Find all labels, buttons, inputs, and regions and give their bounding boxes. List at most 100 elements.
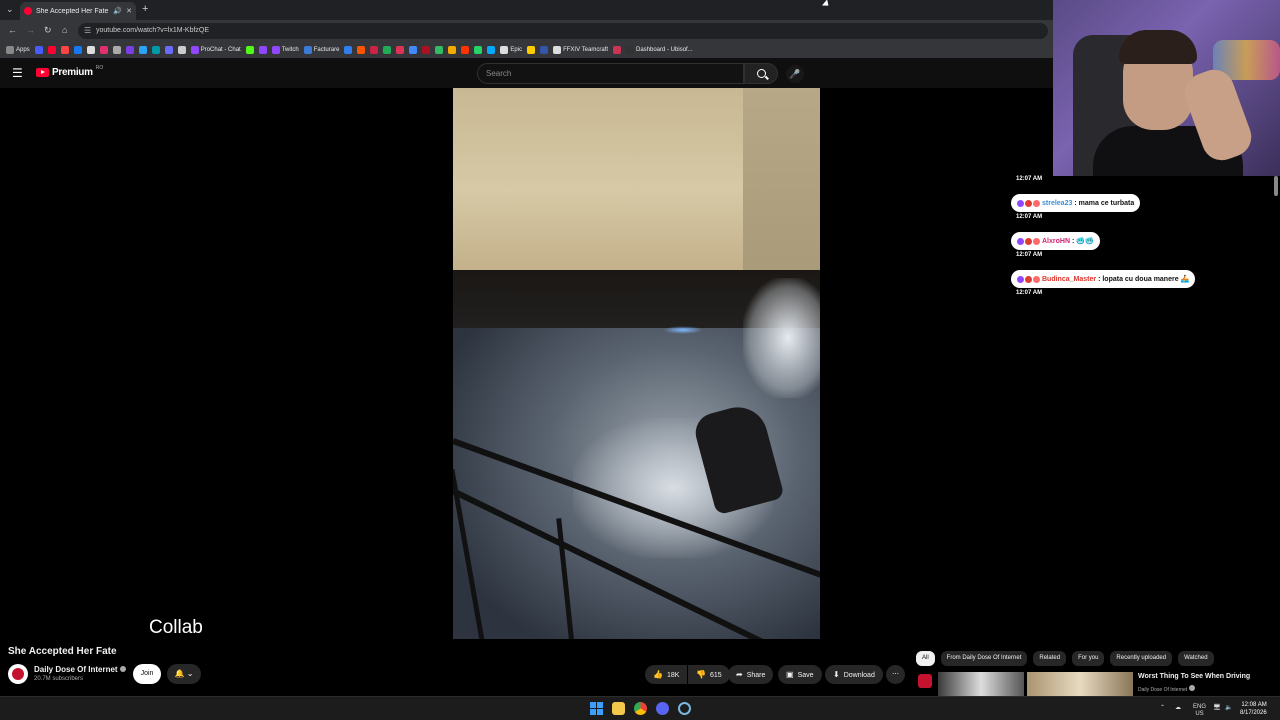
system-clock[interactable]: 12:08 AM 8/17/2026 [1240,701,1267,717]
bookmark-item[interactable] [138,46,147,54]
search-input[interactable]: Search [477,63,744,84]
bookmark-item[interactable] [99,46,108,54]
bookmark-item[interactable] [73,46,82,54]
windows-taskbar: ⌃ ☁ ENG US 🖥 🔈 12:08 AM 8/17/2026 [0,696,1280,720]
subscriber-count: 20.7M subscribers [34,676,84,682]
bookmark-item[interactable] [125,46,134,54]
bookmark-item[interactable] [357,46,366,54]
microphone-icon[interactable]: 🎤 [786,65,804,83]
chat-badges [1017,237,1040,245]
clock-date: 8/17/2026 [1240,710,1267,716]
tab-list-icon[interactable]: ⌄ [6,4,14,15]
chat-username: Budinca_Master [1042,275,1097,283]
bookmark-item[interactable] [151,46,160,54]
site-info-icon[interactable]: ☰ [84,23,91,39]
bookmark-item[interactable] [383,46,392,54]
channel-avatar[interactable] [8,664,28,684]
reload-icon[interactable]: ↻ [44,25,52,36]
bookmark-favicon-icon [86,46,95,54]
bookmark-favicon-icon [125,46,134,54]
dislike-button[interactable]: 👎 615 [688,665,730,684]
bookmark-label: ProChat - Chat [200,47,241,53]
bookmark-favicon-icon [474,46,483,54]
bookmark-item[interactable] [47,46,56,54]
app-icon[interactable] [678,702,691,715]
bookmark-favicon-icon [626,46,634,54]
search-icon [757,69,766,78]
bookmark-item[interactable] [396,46,405,54]
address-toolbar: ← → ↻ ⌂ ☰ youtube.com/watch?v=lx1M-KbfzQ… [0,20,1053,42]
bookmark-item[interactable] [435,46,444,54]
chat-timestamp: 12:07 AM [1016,214,1043,220]
network-icon[interactable]: 🖥 [1213,704,1221,711]
new-tab-icon[interactable]: + [142,3,148,15]
bookmark-item[interactable] [461,46,470,54]
chat-badge-icon [1033,275,1040,283]
bookmark-item[interactable] [177,46,186,54]
bookmark-item[interactable]: FFXIV Teamcraft [553,46,608,54]
share-button[interactable]: ➦ Share [728,665,774,684]
language-indicator[interactable]: ENG US [1193,704,1206,718]
bookmark-item[interactable] [487,46,496,54]
channel-name[interactable]: Daily Dose Of Internet [34,665,126,674]
bookmark-favicon-icon [370,46,379,54]
bookmark-item[interactable] [409,46,418,54]
bookmark-favicon-icon [527,46,536,54]
discord-icon[interactable] [656,702,669,715]
youtube-logo[interactable]: Premium RO [36,65,103,78]
bookmark-item[interactable] [86,46,95,54]
bookmark-item[interactable] [34,46,43,54]
scrollbar[interactable] [1274,176,1278,196]
bookmark-item[interactable] [448,46,457,54]
chrome-icon[interactable] [634,702,647,715]
bookmark-item[interactable] [60,46,69,54]
chip-all[interactable]: All [916,651,935,666]
bookmark-favicon-icon [34,46,43,54]
cloud-icon[interactable]: ☁ [1175,704,1181,711]
save-button[interactable]: ▣ Save [778,665,822,684]
bookmark-item[interactable] [344,46,353,54]
tab-close-icon[interactable]: ✕ [126,7,132,15]
home-icon[interactable]: ⌂ [62,25,67,35]
thumbs-up-icon: 👍 [653,670,663,679]
bookmark-item[interactable] [258,46,267,54]
bookmark-favicon-icon [99,46,108,54]
download-button[interactable]: ⬇ Download [825,665,883,684]
bookmark-item[interactable]: Dashboard - Ubisof... [626,46,693,54]
menu-icon[interactable]: ☰ [12,66,23,80]
bookmark-item[interactable] [540,46,549,54]
bookmark-item[interactable]: Apps [6,46,30,54]
windows-start-icon[interactable] [590,702,603,715]
bookmark-item[interactable] [474,46,483,54]
tray-overflow-icon[interactable]: ⌃ [1160,704,1165,711]
youtube-header: ☰ Premium RO Search 🎤 [0,58,1053,88]
speaker-icon[interactable]: 🔊 [113,7,122,15]
file-explorer-icon[interactable] [612,702,625,715]
join-button[interactable]: Join [133,664,161,684]
subscribed-bell-button[interactable]: 🔔 ⌄ [167,664,201,684]
bookmark-item[interactable]: Facturare [303,46,339,54]
bookmark-item[interactable] [527,46,536,54]
bookmark-label: Epic [510,47,523,53]
bookmark-item[interactable] [370,46,379,54]
logo-text: Premium [52,67,93,78]
recommended-channel-logo[interactable] [918,674,932,688]
bookmark-item[interactable] [245,46,254,54]
bookmark-item[interactable] [112,46,121,54]
back-icon[interactable]: ← [8,25,17,35]
bookmark-item[interactable]: Twitch [271,46,299,54]
bookmark-item[interactable]: ProChat - Chat [190,46,241,54]
search-button[interactable] [744,63,778,84]
like-button[interactable]: 👍 18K [645,665,688,684]
url-bar[interactable]: ☰ youtube.com/watch?v=lx1M-KbfzQE [78,23,1048,39]
video-player[interactable] [453,88,820,639]
bookmark-item[interactable] [613,46,621,54]
bookmark-item[interactable] [164,46,173,54]
more-actions-button[interactable]: ⋯ [886,665,905,684]
volume-icon[interactable]: 🔈 [1225,704,1232,711]
chat-badge-icon [1033,199,1040,207]
bookmark-item[interactable] [422,46,431,54]
tab-active[interactable]: She Accepted Her Fate - Yo 🔊 ✕ [20,2,136,20]
forward-icon[interactable]: → [26,25,35,35]
bookmark-item[interactable]: Epic [500,46,522,54]
